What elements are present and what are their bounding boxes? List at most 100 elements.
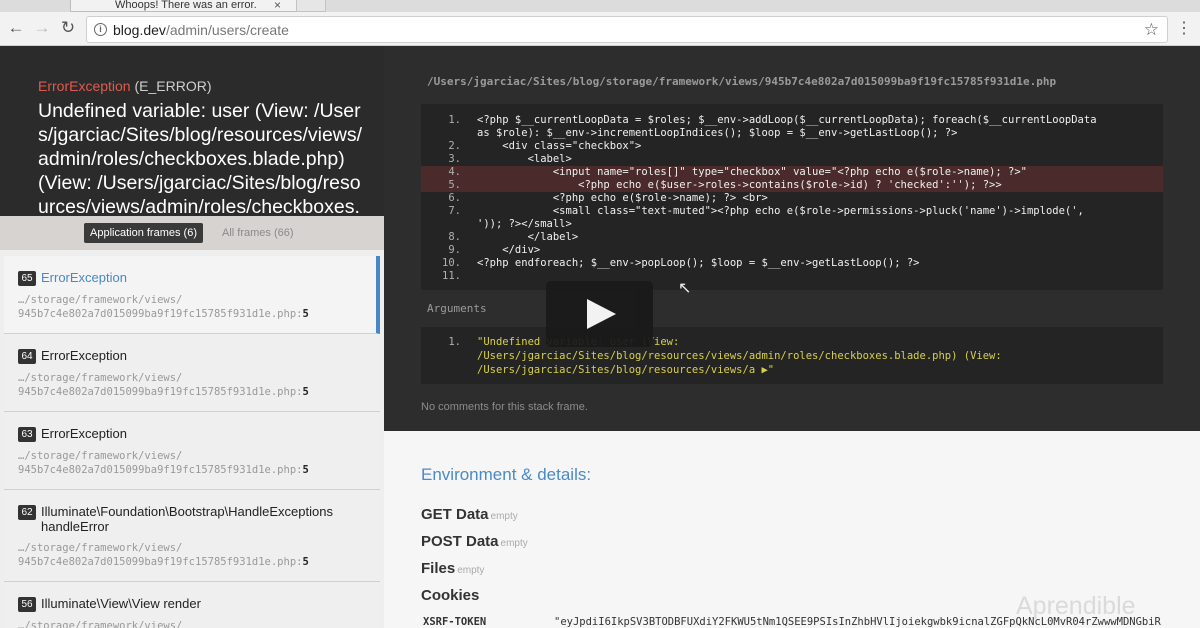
- line-number: 11.: [442, 270, 461, 282]
- cookies-section: Cookies: [421, 587, 479, 604]
- post-data-section: POST Data empty: [421, 533, 528, 550]
- get-data-section: GET Data empty: [421, 506, 518, 523]
- arguments-label: Arguments: [427, 302, 487, 315]
- frame-method: handleError: [41, 519, 109, 534]
- exception-message: Undefined variable: user (View: /Users/j…: [38, 100, 363, 216]
- frame-line: 5: [302, 464, 309, 476]
- url-text: blog.dev/admin/users/create: [113, 22, 289, 38]
- frame-dir: …/storage/framework/views/: [18, 372, 183, 384]
- frame-filter-tabs: Application frames (6) All frames (66): [0, 216, 384, 250]
- code-line: 9. </div>: [421, 244, 1163, 257]
- stack-frame[interactable]: 62 Illuminate\Foundation\Bootstrap\Handle…: [4, 490, 380, 582]
- line-number: 8.: [448, 231, 461, 243]
- files-section: Files empty: [421, 560, 484, 577]
- exception-header: ErrorException (E_ERROR) Undefined varia…: [0, 46, 384, 216]
- empty-badge: empty: [457, 565, 485, 576]
- get-data-label: GET Data: [421, 506, 489, 523]
- stack-frame[interactable]: 64 ErrorException …/storage/framework/vie…: [4, 334, 380, 412]
- code-line: 5. <?php echo e($user->roles->contains($…: [421, 179, 1163, 192]
- reload-icon[interactable]: ↻: [57, 17, 79, 39]
- new-tab-button[interactable]: [296, 0, 326, 12]
- no-comments-text: No comments for this stack frame.: [421, 401, 588, 413]
- tab-close-icon[interactable]: ×: [274, 0, 281, 12]
- frame-dir: …/storage/framework/views/: [18, 450, 183, 462]
- code-line: 11.: [421, 270, 1163, 283]
- exception-code: (E_ERROR): [134, 78, 212, 94]
- frame-dir: …/storage/framework/views/: [18, 294, 183, 306]
- info-icon[interactable]: i: [94, 23, 107, 36]
- code-text: <?php $__currentLoopData = $roles; $__en…: [477, 114, 1097, 126]
- code-snippet: 1. <?php $__currentLoopData = $roles; $__…: [421, 104, 1163, 290]
- frame-line: 5: [302, 386, 309, 398]
- stack-frame[interactable]: 56 Illuminate\View\View render …/storage/…: [4, 582, 380, 628]
- empty-badge: empty: [490, 511, 518, 522]
- browser-menu-icon[interactable]: ⋮: [1176, 18, 1192, 38]
- frame-line: 5: [302, 308, 309, 320]
- frame-file: 945b7c4e802a7d015099ba9f19fc15785f931d1e…: [18, 386, 297, 398]
- argument-text: /Users/jgarciac/Sites/blog/resources/vie…: [477, 350, 1002, 362]
- url-path: /admin/users/create: [165, 22, 289, 38]
- browser-toolbar: ← → ↻ i blog.dev/admin/users/create ☆ ⋮: [0, 12, 1200, 46]
- code-text: <input name="roles[]" type="checkbox" va…: [477, 166, 1027, 178]
- tab-application-frames[interactable]: Application frames (6): [84, 223, 203, 243]
- stack-frame[interactable]: 63 ErrorException …/storage/framework/vie…: [4, 412, 380, 490]
- frame-name: Illuminate\View\View render: [41, 596, 201, 611]
- frame-file: 945b7c4e802a7d015099ba9f19fc15785f931d1e…: [18, 556, 297, 568]
- code-line: 10. <?php endforeach; $__env->popLoop(); …: [421, 257, 1163, 270]
- line-number: 7.: [448, 205, 461, 217]
- line-number: 9.: [448, 244, 461, 256]
- frame-dir: …/storage/framework/views/: [18, 542, 183, 554]
- empty-badge: empty: [500, 538, 528, 549]
- code-text: </label>: [477, 231, 579, 243]
- argument-line: 1."Undefined variable: user (View:: [421, 335, 1163, 349]
- forward-arrow-icon[interactable]: →: [31, 17, 53, 39]
- frame-path: …/storage/framework/views/945b7c4e802a7d…: [18, 450, 309, 476]
- frame-path: …/storage/framework/views/945b7c4e802a7d…: [18, 294, 309, 320]
- frame-path: …/storage/framework/views/945b7c4e802a7d…: [18, 542, 309, 568]
- cookies-label: Cookies: [421, 587, 480, 604]
- browser-tab[interactable]: Whoops! There was an error. ×: [70, 0, 300, 12]
- code-panel: /Users/jgarciac/Sites/blog/storage/frame…: [384, 46, 1200, 431]
- code-line: as $role): $__env->incrementLoopIndices(…: [421, 127, 1163, 140]
- back-arrow-icon[interactable]: ←: [5, 17, 27, 39]
- video-play-button[interactable]: [546, 281, 653, 347]
- code-text: <label>: [477, 153, 572, 165]
- address-bar[interactable]: i blog.dev/admin/users/create ☆: [86, 16, 1168, 43]
- tab-all-frames[interactable]: All frames (66): [222, 223, 294, 243]
- frame-number: 56: [18, 597, 36, 612]
- code-line: 2. <div class="checkbox">: [421, 140, 1163, 153]
- code-line: 8. </label>: [421, 231, 1163, 244]
- code-line: 4. <input name="roles[]" type="checkbox"…: [421, 166, 1163, 179]
- post-data-label: POST Data: [421, 533, 499, 550]
- exception-class: ErrorException (E_ERROR): [38, 78, 364, 94]
- code-text: <small class="text-muted"><?php echo e($…: [477, 205, 1084, 217]
- stack-frames-list: 65 ErrorException …/storage/framework/vie…: [0, 250, 384, 628]
- arguments-box: 1."Undefined variable: user (View:/Users…: [421, 327, 1163, 384]
- bookmark-star-icon[interactable]: ☆: [1144, 20, 1159, 40]
- mouse-cursor-icon: ↖: [678, 280, 692, 297]
- frame-name: ErrorException: [41, 348, 127, 363]
- argument-text: /Users/jgarciac/Sites/blog/resources/vie…: [477, 364, 775, 376]
- frame-dir: …/storage/framework/views/: [18, 620, 183, 628]
- code-text: <?php endforeach; $__env->popLoop(); $lo…: [477, 257, 920, 269]
- frame-number: 64: [18, 349, 36, 364]
- line-number: 2.: [448, 140, 461, 152]
- argument-number: 1.: [448, 336, 461, 348]
- watermark-logo: Aprendible: [1016, 592, 1136, 620]
- frame-file: 945b7c4e802a7d015099ba9f19fc15785f931d1e…: [18, 464, 297, 476]
- code-line: 1. <?php $__currentLoopData = $roles; $__…: [421, 114, 1163, 127]
- frame-number: 62: [18, 505, 36, 520]
- code-line: 7. <small class="text-muted"><?php echo …: [421, 205, 1163, 218]
- frame-number: 63: [18, 427, 36, 442]
- line-number: 4.: [448, 166, 461, 178]
- frame-path: …/storage/framework/views/945b7c4e802a7d…: [18, 372, 309, 398]
- frame-number: 65: [18, 271, 36, 286]
- code-file-path: /Users/jgarciac/Sites/blog/storage/frame…: [427, 75, 1057, 88]
- code-line: ')); ?></small>: [421, 218, 1163, 231]
- stack-frame[interactable]: 65 ErrorException …/storage/framework/vie…: [4, 256, 380, 334]
- tab-strip: Whoops! There was an error. ×: [0, 0, 1200, 12]
- line-number: 3.: [448, 153, 461, 165]
- tab-title: Whoops! There was an error.: [115, 0, 257, 11]
- frame-name: Illuminate\Foundation\Bootstrap\HandleEx…: [41, 504, 333, 534]
- argument-line: /Users/jgarciac/Sites/blog/resources/vie…: [421, 363, 1163, 377]
